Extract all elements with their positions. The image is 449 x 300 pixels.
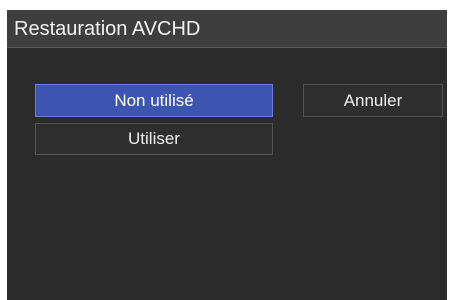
option-utiliser-button[interactable]: Utiliser [35, 123, 273, 155]
option-non-utilise-button[interactable]: Non utilisé [35, 84, 273, 117]
dialog-title: Restauration AVCHD [14, 18, 201, 40]
avchd-restore-dialog: Restauration AVCHD Non utilisé Utiliser … [7, 10, 447, 300]
dialog-titlebar: Restauration AVCHD [7, 10, 447, 48]
cancel-button[interactable]: Annuler [303, 84, 443, 117]
